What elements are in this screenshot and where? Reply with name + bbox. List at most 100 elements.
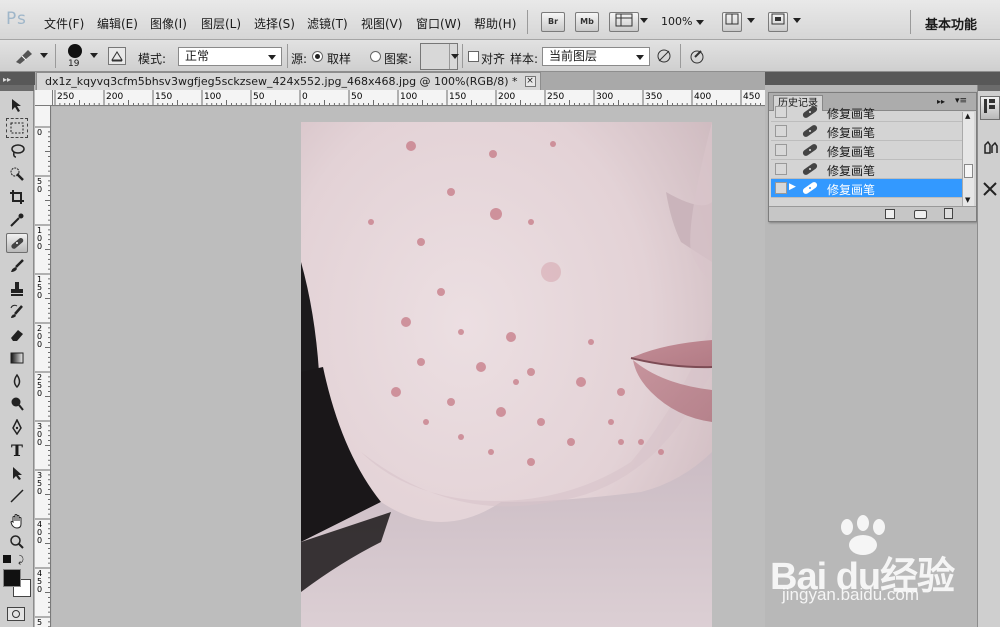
lasso-icon — [11, 144, 25, 158]
clone-stamp-tool[interactable] — [6, 279, 28, 299]
quick-mask-button[interactable] — [7, 607, 25, 621]
sample-select[interactable]: 当前图层 — [542, 47, 650, 66]
lasso-tool[interactable] — [6, 141, 28, 161]
trash-icon[interactable] — [944, 208, 953, 219]
tool-presets-button[interactable] — [981, 180, 999, 201]
source-pattern-label: 图案: — [384, 52, 413, 66]
eraser-tool[interactable] — [6, 325, 28, 345]
healing-brush-tool[interactable] — [6, 233, 28, 253]
pen-tool[interactable] — [6, 417, 28, 437]
mode-select[interactable]: 正常 — [178, 47, 282, 66]
swap-colors-icon[interactable]: ⤸ — [18, 555, 24, 566]
history-state-row[interactable]: 修复画笔 — [771, 103, 962, 122]
history-brush-tool[interactable] — [6, 302, 28, 322]
history-state-row[interactable]: 修复画笔 — [771, 160, 962, 179]
scroll-thumb[interactable] — [964, 164, 973, 178]
blur-icon — [13, 373, 21, 389]
snapshot-source-box[interactable] — [775, 163, 787, 175]
brush-tool[interactable] — [6, 256, 28, 276]
type-icon: T — [11, 440, 23, 460]
view-extras-button[interactable] — [609, 12, 639, 32]
document-tab[interactable]: dx1z_kqyvq3cfm5bhsv3wgfjeg5sckzsew_424x5… — [36, 72, 541, 90]
chevron-down-icon — [695, 20, 704, 25]
menu-item[interactable]: 图像(I) — [150, 15, 187, 32]
brush-presets-button[interactable] — [981, 137, 999, 158]
menu-item[interactable]: 图层(L) — [201, 15, 241, 32]
expand-icon[interactable]: ▸▸ — [3, 75, 11, 84]
right-dock-header[interactable] — [978, 85, 1000, 91]
ignore-adjustment-layers-button[interactable] — [656, 48, 672, 67]
menu-item[interactable]: 选择(S) — [254, 15, 295, 32]
path-selection-tool[interactable] — [6, 463, 28, 483]
dodge-icon — [11, 397, 24, 411]
foreground-color-swatch[interactable] — [3, 569, 21, 587]
source-pattern-radio[interactable] — [370, 51, 381, 62]
ruler-label: 150 — [449, 92, 466, 102]
document-image[interactable] — [301, 122, 712, 627]
new-document-from-state-icon[interactable] — [885, 209, 895, 219]
history-panel-button[interactable] — [980, 96, 1000, 120]
eyedropper-tool[interactable] — [6, 210, 28, 230]
default-colors-icon[interactable] — [3, 555, 11, 563]
ruler-origin[interactable] — [35, 90, 53, 106]
ruler-label: 0 — [37, 185, 42, 194]
arrange-documents-button[interactable] — [722, 12, 742, 32]
scroll-down-icon[interactable]: ▼ — [965, 196, 970, 204]
aligned-checkbox[interactable] — [468, 51, 479, 62]
snapshot-source-box[interactable] — [775, 106, 787, 118]
line-icon — [10, 489, 24, 503]
menu-item[interactable]: 滤镜(T) — [307, 15, 348, 32]
ruler-label: 0 — [37, 536, 42, 545]
zoom-select[interactable]: 100% — [661, 15, 704, 28]
menu-item[interactable]: 编辑(E) — [97, 15, 138, 32]
snapshot-source-box[interactable] — [775, 144, 787, 156]
workspace-switcher[interactable]: 基本功能 — [925, 14, 977, 33]
history-scrollbar[interactable]: ▲ ▼ — [962, 112, 974, 207]
tools-panel-header[interactable] — [0, 85, 34, 91]
snapshot-source-box[interactable] — [775, 125, 787, 137]
pattern-picker[interactable] — [420, 43, 459, 70]
tool-preset-picker[interactable] — [14, 48, 36, 67]
marquee-tool[interactable] — [6, 118, 28, 138]
blur-tool[interactable] — [6, 371, 28, 391]
snapshot-source-box[interactable] — [775, 182, 787, 194]
type-tool[interactable]: T — [6, 440, 28, 460]
sample-label: 样本: — [510, 52, 539, 66]
zoom-tool[interactable] — [6, 532, 28, 552]
horizontal-ruler[interactable]: 250 200 150 100 50 0 50 100 150 200 250 300 350 400 45… — [53, 90, 765, 106]
dodge-tool[interactable] — [6, 394, 28, 414]
quick-mask-icon — [12, 610, 20, 618]
camera-icon[interactable] — [914, 210, 927, 219]
ruler-label: 250 — [57, 92, 74, 102]
hand-tool[interactable] — [6, 511, 28, 531]
healing-brush-icon — [802, 125, 818, 137]
scroll-up-icon[interactable]: ▲ — [965, 112, 970, 120]
history-state-row[interactable]: 修复画笔 — [771, 122, 962, 141]
vertical-ruler[interactable]: 050100150200250300350400450500 — [35, 106, 51, 627]
brush-tip-preview[interactable] — [68, 44, 82, 58]
history-state-row[interactable]: 修复画笔 — [771, 141, 962, 160]
chevron-down-icon — [636, 55, 644, 60]
ruler-label: 0 — [37, 389, 42, 398]
menu-item[interactable]: 窗口(W) — [416, 15, 461, 32]
pressure-size-button[interactable] — [689, 48, 705, 67]
quick-selection-tool[interactable] — [6, 164, 28, 184]
move-tool[interactable] — [6, 95, 28, 115]
source-sampled-radio[interactable] — [312, 51, 323, 62]
crop-tool[interactable] — [6, 187, 28, 207]
ruler-label: 350 — [645, 92, 662, 102]
history-state-pointer-icon: ▶ — [789, 182, 796, 192]
menu-item[interactable]: 帮助(H) — [474, 15, 516, 32]
menu-item[interactable]: 文件(F) — [44, 15, 84, 32]
close-icon[interactable]: × — [524, 76, 536, 87]
line-tool[interactable] — [6, 486, 28, 506]
brush-icon — [11, 259, 24, 272]
move-icon — [12, 99, 21, 112]
screen-mode-button[interactable] — [768, 12, 788, 32]
brush-panel-toggle[interactable] — [108, 47, 126, 65]
mini-bridge-button[interactable]: Mb — [575, 12, 599, 32]
history-state-row[interactable]: ▶ 修复画笔 — [771, 179, 962, 198]
menu-item[interactable]: 视图(V) — [361, 15, 403, 32]
gradient-tool[interactable] — [6, 348, 28, 368]
bridge-button[interactable]: Br — [541, 12, 565, 32]
